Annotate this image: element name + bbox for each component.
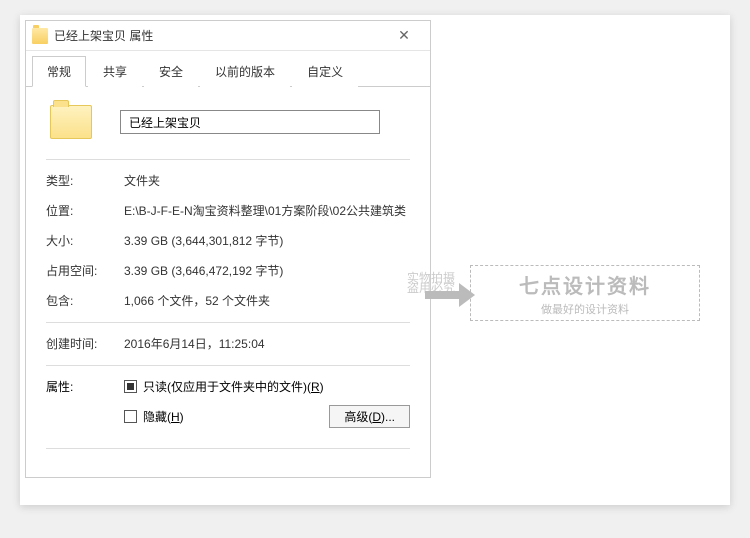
arrow-icon [425, 283, 475, 307]
advanced-button[interactable]: 高级(D)... [329, 405, 410, 428]
folder-name-text: 已经上架宝贝 [129, 114, 201, 131]
tab-customize[interactable]: 自定义 [292, 56, 358, 87]
value-contains: 1,066 个文件，52 个文件夹 [124, 292, 270, 310]
value-size: 3.39 GB (3,644,301,812 字节) [124, 232, 283, 250]
value-location: E:\B-J-F-E-N淘宝资料整理\01方案阶段\02公共建筑类 [124, 202, 406, 220]
value-sizeondisk: 3.39 GB (3,646,472,192 字节) [124, 262, 283, 280]
label-size: 大小: [46, 232, 124, 250]
tab-content: 已经上架宝贝 类型:文件夹 位置:E:\B-J-F-E-N淘宝资料整理\01方案… [26, 87, 430, 477]
watermark-box: 七点设计资料 做最好的设计资料 [470, 265, 700, 321]
watermark: 实物拍摄 盗用必究 七点设计资料 做最好的设计资料 [425, 265, 700, 325]
separator [46, 448, 410, 449]
folder-icon-small [32, 28, 48, 44]
value-type: 文件夹 [124, 172, 160, 190]
folder-name-input[interactable]: 已经上架宝贝 [120, 110, 380, 134]
value-created: 2016年6月14日，11:25:04 [124, 335, 265, 353]
readonly-label: 只读(仅应用于文件夹中的文件)(R) [143, 378, 324, 395]
label-type: 类型: [46, 172, 124, 190]
folder-icon-large [50, 105, 92, 139]
properties-dialog: 已经上架宝贝 属性 ✕ 常规 共享 安全 以前的版本 自定义 已经上架宝贝 类型… [25, 20, 431, 478]
separator [46, 159, 410, 160]
hidden-checkbox[interactable] [124, 410, 137, 423]
label-attributes: 属性: [46, 378, 124, 438]
tab-previous-versions[interactable]: 以前的版本 [200, 56, 290, 87]
separator [46, 365, 410, 366]
tab-strip: 常规 共享 安全 以前的版本 自定义 [26, 55, 430, 87]
label-sizeondisk: 占用空间: [46, 262, 124, 280]
titlebar: 已经上架宝贝 属性 ✕ [26, 21, 430, 51]
label-location: 位置: [46, 202, 124, 220]
tab-sharing[interactable]: 共享 [88, 56, 142, 87]
tab-security[interactable]: 安全 [144, 56, 198, 87]
tab-general[interactable]: 常规 [32, 56, 86, 87]
label-created: 创建时间: [46, 335, 124, 353]
watermark-title: 七点设计资料 [519, 270, 651, 299]
readonly-checkbox[interactable] [124, 380, 137, 393]
outer-frame: 已经上架宝贝 属性 ✕ 常规 共享 安全 以前的版本 自定义 已经上架宝贝 类型… [20, 15, 730, 505]
window-title: 已经上架宝贝 属性 [54, 27, 384, 44]
watermark-subtitle: 做最好的设计资料 [541, 301, 629, 317]
close-button[interactable]: ✕ [384, 22, 424, 50]
hidden-label: 隐藏(H) [143, 408, 184, 425]
separator [46, 322, 410, 323]
label-contains: 包含: [46, 292, 124, 310]
